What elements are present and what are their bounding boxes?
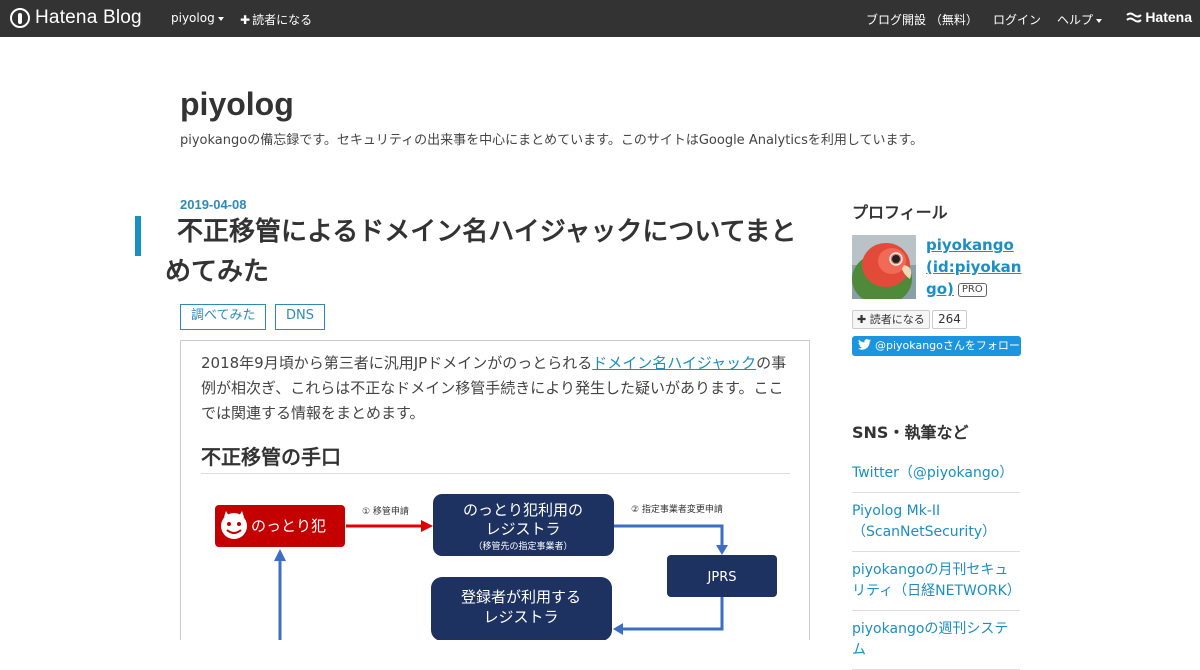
plus-icon: ✚ bbox=[240, 13, 251, 27]
blog-menu-label: piyolog bbox=[171, 11, 215, 25]
hijack-flow-diagram: のっとり犯 ① 移管申請 のっとり犯利用の レジストラ （移管先の指定事業者） … bbox=[215, 494, 777, 640]
blog-description: piyokangoの備忘録です。セキュリティの出来事を中心にまとめています。この… bbox=[180, 133, 924, 148]
hijacker-label: のっとり犯 bbox=[251, 517, 326, 535]
blog-title[interactable]: piyolog bbox=[180, 86, 294, 123]
entry-date[interactable]: 2019-04-08 bbox=[180, 197, 247, 212]
subscribe-button[interactable]: ✚ 読者になる bbox=[852, 310, 930, 329]
category-tag[interactable]: DNS bbox=[275, 304, 325, 330]
owner-registrar-label: 登録者が利用する bbox=[461, 588, 581, 606]
hatena-logo[interactable]: Hatena bbox=[1126, 9, 1192, 25]
reader-count: 264 bbox=[932, 310, 967, 329]
entry-content: 2018年9月頃から第三者に汎用JPドメインがのっとられるドメイン名ハイジャック… bbox=[180, 340, 810, 640]
step2-arrow bbox=[614, 524, 724, 547]
bird-avatar-icon bbox=[852, 235, 916, 299]
sns-heading: SNS・執筆など bbox=[852, 423, 969, 442]
entry-title[interactable]: 不正移管によるドメイン名ハイジャックについてまとめてみた bbox=[165, 212, 815, 292]
step2-arrowhead bbox=[716, 545, 728, 555]
hatena-blog-logo[interactable]: Hatena Blog bbox=[10, 7, 142, 29]
sns-link[interactable]: piyokangoの月刊セキュリティ（日経NETWORK） bbox=[852, 552, 1021, 611]
plus-icon: ✚ bbox=[857, 313, 867, 326]
caret-down-icon bbox=[1096, 18, 1103, 23]
twitter-follow-button[interactable]: @piyokangoさんをフォロー bbox=[852, 336, 1021, 356]
hijacker-registrar-label: のっとり犯利用の bbox=[463, 501, 583, 519]
help-label: ヘルプ bbox=[1057, 13, 1094, 27]
entry-body-text: 2018年9月頃から第三者に汎用JPドメインがのっとられるドメイン名ハイジャック… bbox=[201, 351, 791, 426]
subscribe-link[interactable]: ✚ 読者になる bbox=[240, 11, 312, 28]
twitter-bird-icon bbox=[858, 339, 871, 350]
caret-down-icon bbox=[217, 16, 224, 21]
login-link[interactable]: ログイン bbox=[993, 11, 1041, 28]
step1-arrowhead bbox=[421, 520, 433, 532]
hijacker-registrar-sub: （移管先の指定事業者） bbox=[473, 540, 572, 552]
upward-arrowhead bbox=[274, 549, 286, 561]
devil-eye bbox=[237, 522, 241, 526]
help-menu[interactable]: ヘルプ bbox=[1057, 11, 1103, 28]
hijacker-registrar-label-2: レジストラ bbox=[485, 520, 560, 538]
global-header: Hatena Blog piyolog ✚ 読者になる ブログ開設 （無料） ログ… bbox=[0, 0, 1200, 37]
title-accent-bar bbox=[135, 216, 141, 256]
jprs-to-registrar-arrow bbox=[621, 597, 724, 631]
profile-avatar[interactable] bbox=[852, 235, 916, 299]
jprs-label: JPRS bbox=[707, 570, 737, 585]
logo-text: Hatena Blog bbox=[35, 7, 142, 28]
sns-list: Twitter（@piyokango） Piyolog Mk-II（ScanNe… bbox=[852, 454, 1021, 670]
step1-label: ① 移管申請 bbox=[362, 505, 409, 517]
section-heading: 不正移管の手口 bbox=[201, 441, 790, 474]
twitter-follow-label: @piyokangoさんをフォロー bbox=[875, 339, 1020, 352]
jprs-to-registrar-arrowhead bbox=[613, 623, 623, 635]
step2-label: ② 指定事業者変更申請 bbox=[631, 503, 723, 515]
profile-heading: プロフィール bbox=[852, 203, 948, 222]
pro-badge: PRO bbox=[957, 282, 987, 297]
sns-link[interactable]: Twitter（@piyokango） bbox=[852, 454, 1020, 493]
sns-link[interactable]: Piyolog Mk-II（ScanNetSecurity） bbox=[852, 493, 1020, 552]
sns-link[interactable]: piyokangoの週刊システム bbox=[852, 611, 1020, 670]
devil-eye bbox=[227, 522, 231, 526]
hatena-logo-text: Hatena bbox=[1145, 9, 1192, 25]
domain-hijack-link[interactable]: ドメイン名ハイジャック bbox=[592, 354, 756, 372]
blog-menu[interactable]: piyolog bbox=[171, 11, 224, 25]
subscribe-label: 読者になる bbox=[252, 13, 313, 27]
devil-icon bbox=[221, 513, 247, 539]
hatena-blog-logo-icon bbox=[10, 8, 30, 28]
hatena-wave-icon bbox=[1126, 12, 1143, 23]
subscribe-button-label: 読者になる bbox=[869, 313, 925, 326]
category-tag[interactable]: 調べてみた bbox=[180, 304, 267, 330]
profile-name-link[interactable]: piyokango (id:piyokango) PRO bbox=[926, 234, 1022, 300]
open-blog-link[interactable]: ブログ開設 （無料） bbox=[866, 11, 978, 28]
body-text: 2018年9月頃から第三者に汎用JPドメインがのっとられる bbox=[201, 354, 593, 372]
owner-registrar-label-2: レジストラ bbox=[483, 608, 558, 626]
